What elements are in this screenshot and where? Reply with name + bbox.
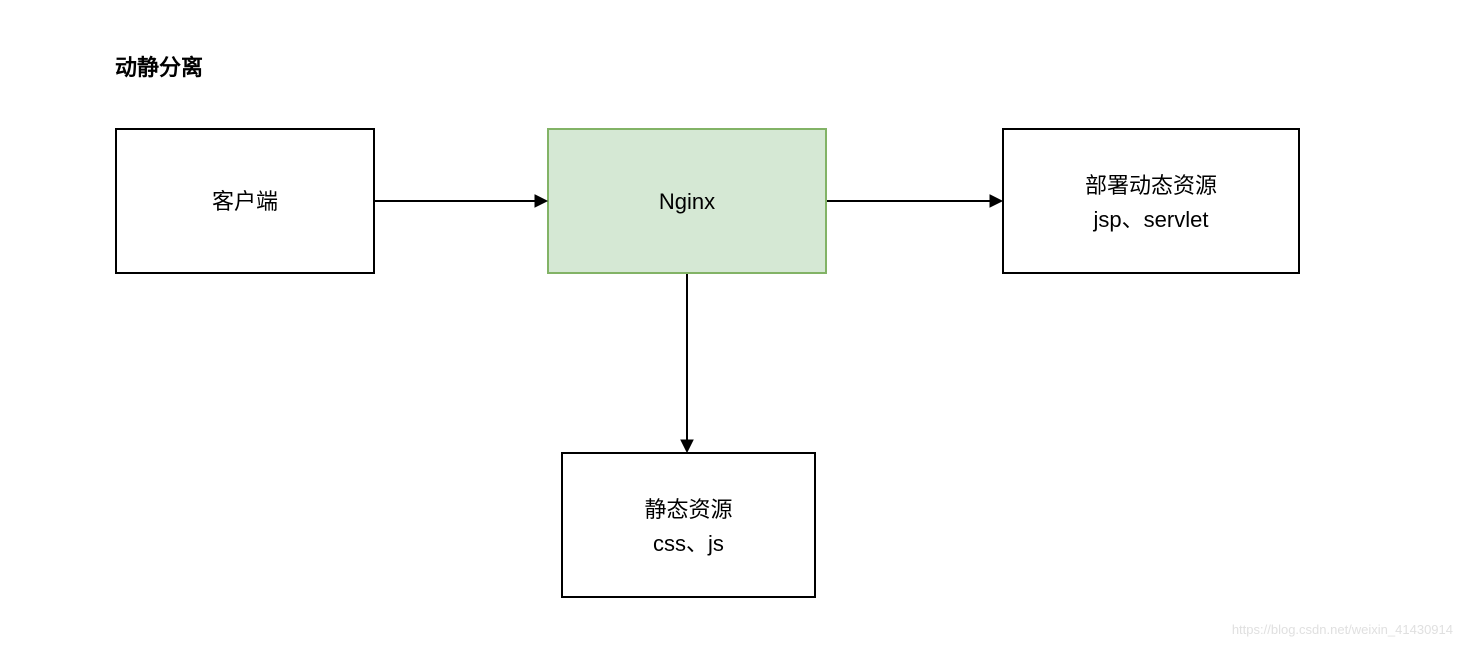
node-nginx: Nginx — [547, 128, 827, 274]
node-client-label: 客户端 — [212, 185, 278, 218]
node-client: 客户端 — [115, 128, 375, 274]
arrow-nginx-to-dynamic — [827, 190, 1005, 214]
arrow-client-to-nginx — [375, 190, 550, 214]
node-nginx-label: Nginx — [659, 185, 715, 218]
watermark: https://blog.csdn.net/weixin_41430914 — [1232, 622, 1453, 637]
node-dynamic-label: 部署动态资源 — [1085, 169, 1217, 202]
diagram-title: 动静分离 — [115, 50, 203, 82]
node-static-label: 静态资源 — [644, 493, 732, 526]
node-static: 静态资源 css、js — [561, 452, 816, 598]
node-static-sublabel: css、js — [653, 526, 724, 558]
arrow-nginx-to-static — [676, 274, 700, 455]
node-dynamic: 部署动态资源 jsp、servlet — [1002, 128, 1300, 274]
node-dynamic-sublabel: jsp、servlet — [1094, 202, 1209, 234]
